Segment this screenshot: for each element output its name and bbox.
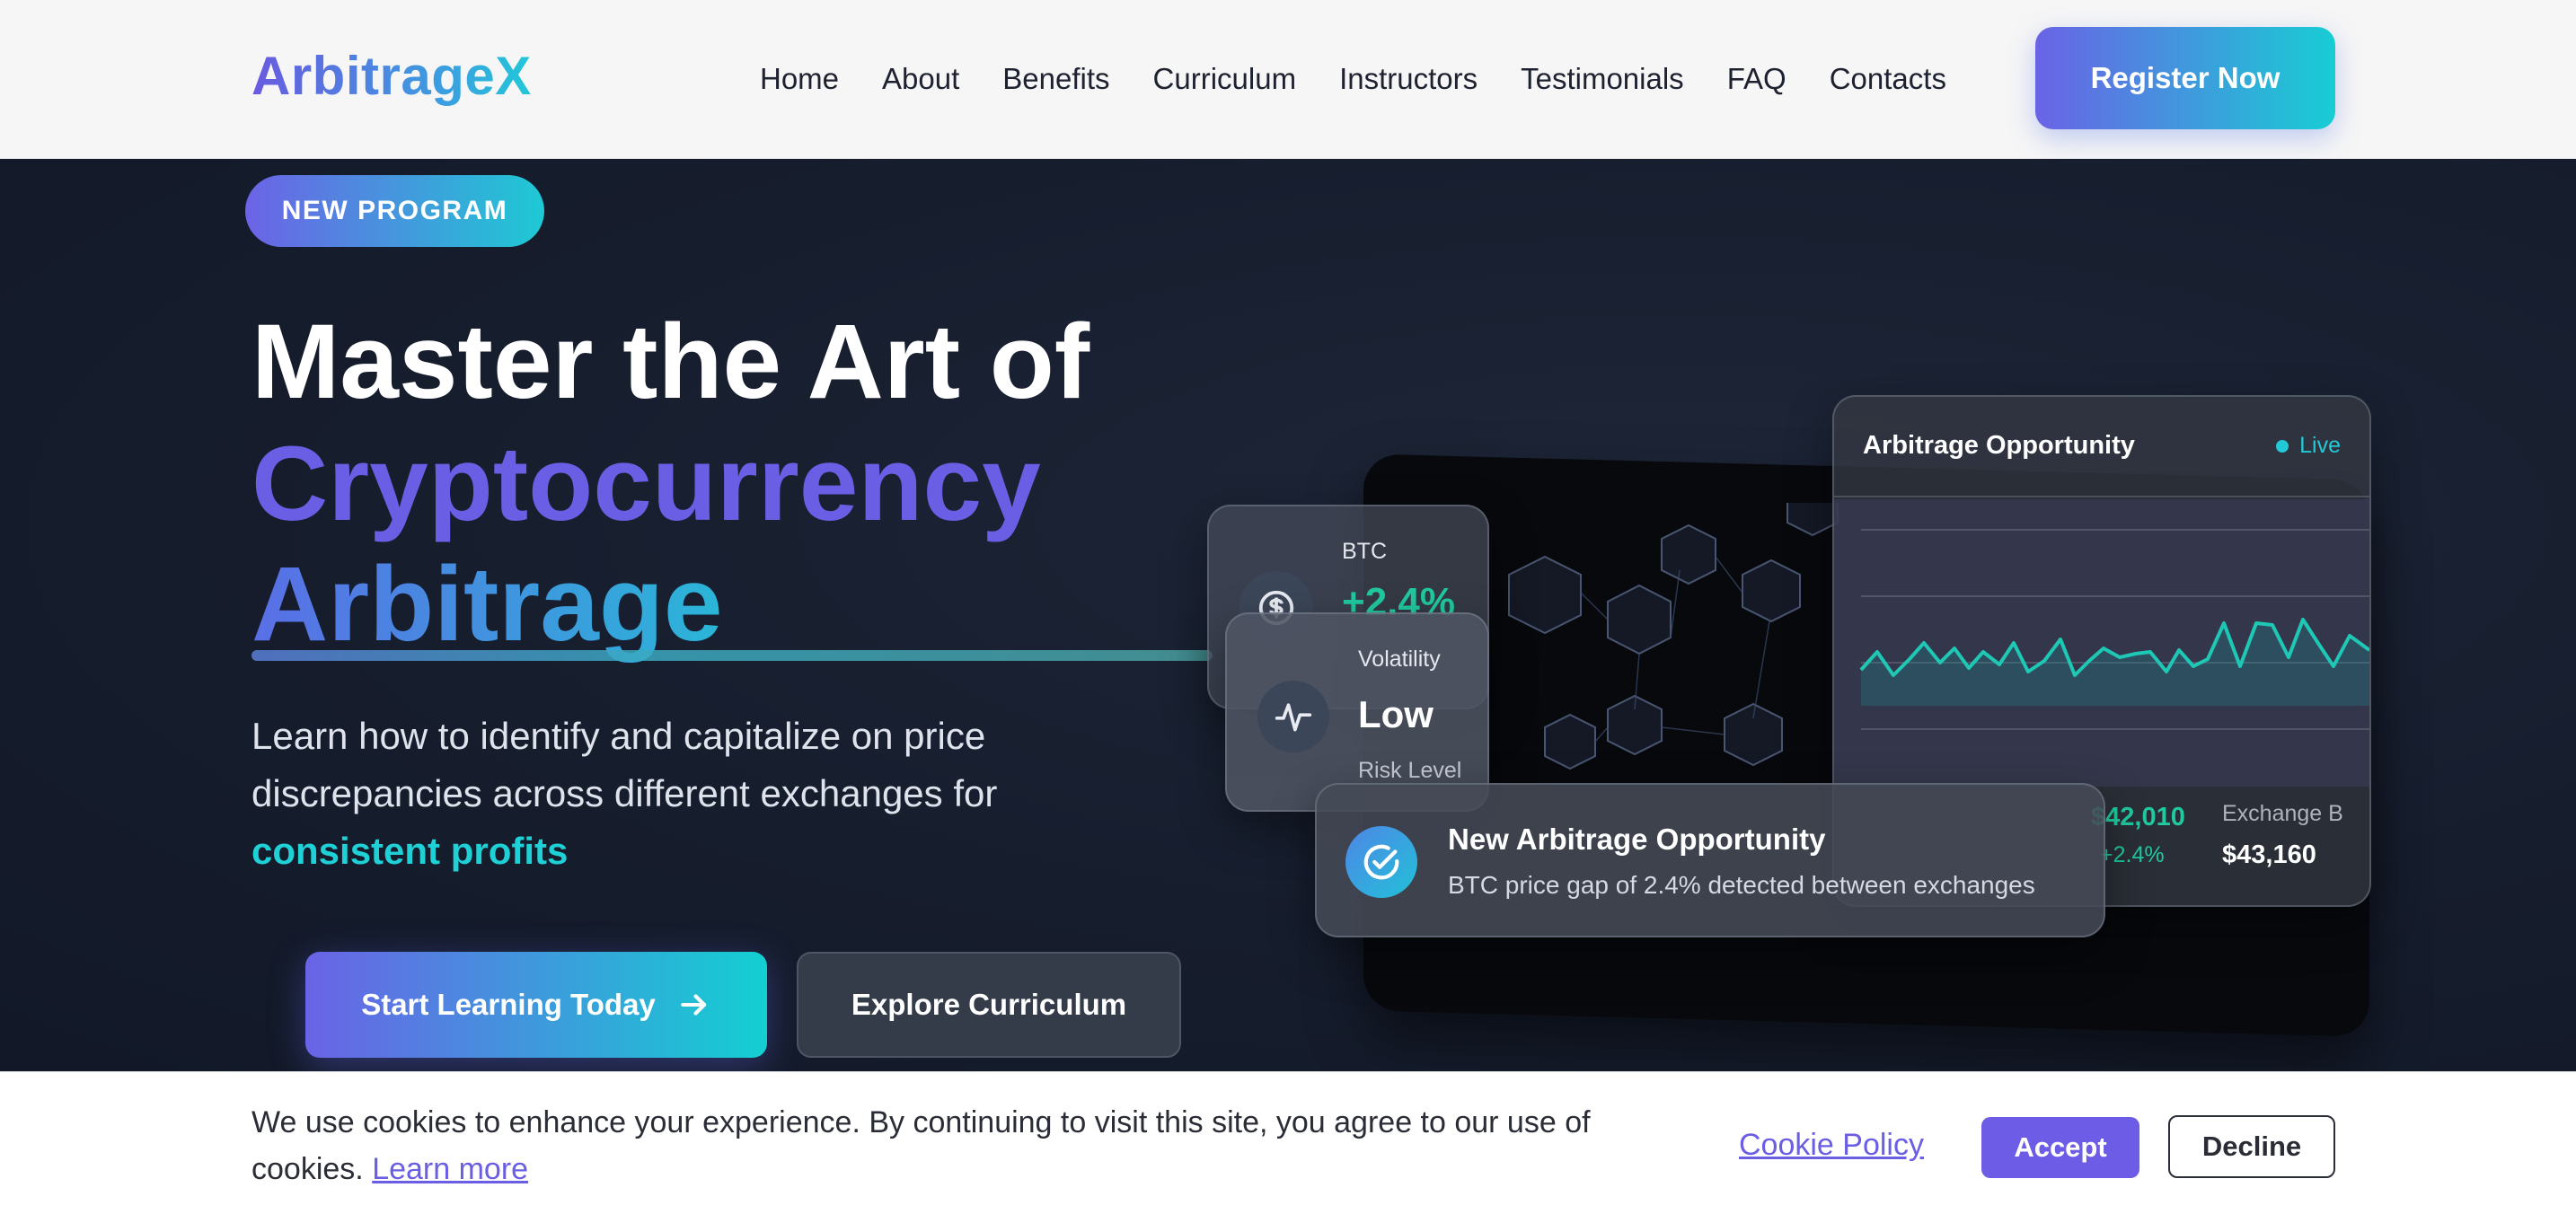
new-program-badge: NEW PROGRAM bbox=[245, 175, 544, 247]
pulse-icon bbox=[1257, 681, 1329, 752]
hero-description-text: Learn how to identify and capitalize on … bbox=[251, 715, 998, 814]
cookie-policy-link[interactable]: Cookie Policy bbox=[1739, 1128, 1924, 1163]
volatility-value: Low bbox=[1358, 693, 1434, 735]
site-header: ArbitrageX Home About Benefits Curriculu… bbox=[0, 0, 2576, 159]
notification-title: New Arbitrage Opportunity bbox=[1448, 823, 1826, 856]
arbitrage-card-header: Arbitrage Opportunity Live bbox=[1834, 397, 2369, 497]
hero-description: Learn how to identify and capitalize on … bbox=[251, 708, 1060, 880]
register-button[interactable]: Register Now bbox=[2035, 27, 2335, 129]
btc-label: BTC bbox=[1342, 539, 1387, 564]
arrow-right-icon bbox=[681, 994, 706, 1016]
title-underline bbox=[251, 650, 1213, 661]
explore-curriculum-button[interactable]: Explore Curriculum bbox=[797, 952, 1181, 1058]
decline-button[interactable]: Decline bbox=[2168, 1115, 2335, 1178]
hero-description-highlight: consistent profits bbox=[251, 830, 569, 872]
nav-home[interactable]: Home bbox=[760, 59, 839, 99]
volatility-card: Volatility Low Risk Level bbox=[1225, 612, 1489, 812]
arbitrage-card-title: Arbitrage Opportunity bbox=[1863, 431, 2135, 460]
nav-instructors[interactable]: Instructors bbox=[1339, 59, 1478, 99]
nav-benefits[interactable]: Benefits bbox=[1002, 59, 1109, 99]
notification-message: BTC price gap of 2.4% detected between e… bbox=[1448, 871, 2035, 899]
price-line-chart bbox=[1834, 499, 2369, 787]
new-opportunity-notification: New Arbitrage Opportunity BTC price gap … bbox=[1315, 783, 2105, 937]
hero-title-line1: Master the Art of bbox=[251, 303, 1090, 421]
exchange-b-label: Exchange B bbox=[2222, 801, 2343, 826]
live-dot-icon bbox=[2276, 439, 2289, 453]
live-indicator: Live bbox=[2276, 433, 2341, 459]
start-learning-button[interactable]: Start Learning Today bbox=[305, 952, 767, 1058]
nav-contacts[interactable]: Contacts bbox=[1830, 59, 1946, 99]
logo[interactable]: ArbitrageX bbox=[251, 45, 532, 107]
nav-curriculum[interactable]: Curriculum bbox=[1153, 59, 1297, 99]
hero-title-line2: Cryptocurrency bbox=[251, 425, 1041, 543]
volatility-label: Volatility bbox=[1358, 647, 1441, 672]
check-circle-icon bbox=[1345, 826, 1417, 898]
nav-testimonials[interactable]: Testimonials bbox=[1521, 59, 1684, 99]
cookie-text: We use cookies to enhance your experienc… bbox=[251, 1099, 1653, 1192]
start-learning-label: Start Learning Today bbox=[361, 988, 656, 1021]
live-label: Live bbox=[2299, 433, 2341, 458]
risk-level-label: Risk Level bbox=[1358, 758, 1462, 783]
nav-faq[interactable]: FAQ bbox=[1727, 59, 1786, 99]
cookie-banner: We use cookies to enhance your experienc… bbox=[0, 1071, 2576, 1214]
learn-more-link[interactable]: Learn more bbox=[372, 1152, 528, 1186]
hero-title-line3: Arbitrage bbox=[251, 545, 723, 664]
nav-about[interactable]: About bbox=[882, 59, 959, 99]
main-nav: Home About Benefits Curriculum Instructo… bbox=[760, 59, 1989, 99]
accept-button[interactable]: Accept bbox=[1981, 1117, 2139, 1178]
exchange-b-price: $43,160 bbox=[2222, 840, 2316, 869]
exchange-a-change: +2.4% bbox=[2100, 842, 2165, 867]
